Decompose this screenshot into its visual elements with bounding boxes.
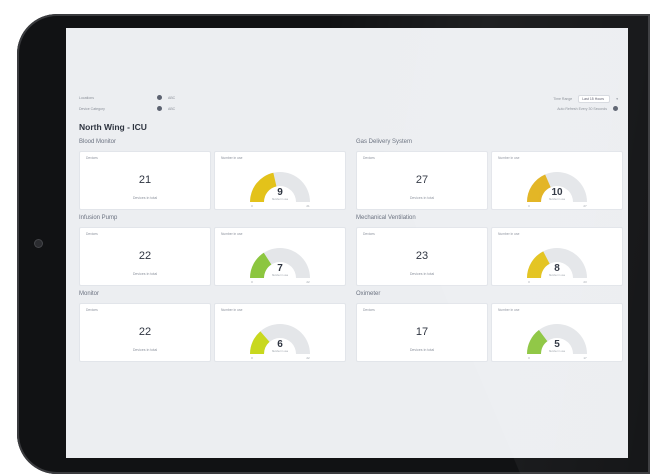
device-total: 27 <box>415 174 429 186</box>
device-count-card[interactable]: Devices 23 Devices in total <box>356 227 488 286</box>
device-category-toggle-icon[interactable] <box>157 106 162 111</box>
device-count-card[interactable]: Devices 27 Devices in total <box>356 151 488 210</box>
device-total-caption: Devices in total <box>409 196 435 200</box>
gauge-sub-label: Number in use <box>549 350 566 353</box>
card-label: Devices <box>363 232 375 236</box>
usage-gauge-card[interactable]: Number in use 9 Number in use 0 21 <box>214 151 346 210</box>
time-range-filter[interactable]: Time Range Last 15 Hours ▾ <box>553 95 618 103</box>
section-title: Oximeter <box>356 291 381 297</box>
device-category-filter-label: Device Category <box>79 106 105 111</box>
device-total-caption: Devices in total <box>132 348 158 352</box>
gauge-max: 23 <box>583 280 587 284</box>
device-total: 23 <box>415 250 429 262</box>
gauge-min: 0 <box>251 204 253 208</box>
device-total-caption: Devices in total <box>132 272 158 276</box>
auto-refresh-setting[interactable]: Auto Refresh Every 30 Seconds <box>557 106 618 111</box>
location-filter-value: ABC <box>168 95 176 100</box>
camera-icon <box>35 240 42 247</box>
gauge-value: 10 <box>551 187 563 198</box>
device-total-caption: Devices in total <box>409 348 435 352</box>
device-total-caption: Devices in total <box>132 196 158 200</box>
usage-gauge-card[interactable]: Number in use 8 Number in use 0 23 <box>491 227 623 286</box>
gauge-value: 7 <box>277 263 283 274</box>
section-title: Mechanical Ventilation <box>356 215 416 221</box>
gauge-chart: 7Number in use 0 22 <box>250 248 310 284</box>
gauge-chart: 6Number in use 0 22 <box>250 324 310 360</box>
card-label: Devices <box>86 156 98 160</box>
section-title: Gas Delivery System <box>356 139 413 145</box>
device-count-card[interactable]: Devices 17 Devices in total <box>356 303 488 362</box>
device-category-filter[interactable]: Device Category ABC <box>79 106 175 111</box>
device-count-card[interactable]: Devices 22 Devices in total <box>79 227 211 286</box>
device-total: 22 <box>138 250 152 262</box>
section-title: Monitor <box>79 291 100 297</box>
gauge-min: 0 <box>528 204 530 208</box>
gauge-max: 22 <box>306 280 310 284</box>
section-title: Infusion Pump <box>79 215 118 221</box>
gauge-chart: 5Number in use 0 17 <box>527 324 587 360</box>
device-category-filter-value: ABC <box>168 106 176 111</box>
gauge-max: 21 <box>306 204 310 208</box>
gauge-sub-label: Number in use <box>272 350 289 353</box>
gauge-sub-label: Number in use <box>272 198 289 201</box>
time-range-label: Time Range <box>553 97 573 101</box>
location-filter-label: Locations <box>79 95 94 100</box>
chevron-down-icon: ▾ <box>616 97 618 101</box>
device-total-caption: Devices in total <box>409 272 435 276</box>
gauge-chart: 8Number in use 0 23 <box>527 248 587 284</box>
usage-gauge-card[interactable]: Number in use 5 Number in use 0 17 <box>491 303 623 362</box>
page-title: North Wing - ICU <box>79 122 147 132</box>
gauge-chart: 9Number in use 0 21 <box>250 172 310 208</box>
gauge-value: 6 <box>277 339 283 350</box>
location-toggle-icon[interactable] <box>157 95 162 100</box>
dashboard-screen: Locations ABC Device Category ABC Time R… <box>66 28 628 458</box>
gauge-value: 5 <box>554 339 560 350</box>
section-title: Blood Monitor <box>79 139 117 145</box>
device-count-card[interactable]: Devices 21 Devices in total <box>79 151 211 210</box>
gauge-chart: 10Number in use 0 27 <box>527 172 587 208</box>
gauge-value: 8 <box>554 263 560 274</box>
gauge-max: 22 <box>306 356 310 360</box>
gauge-sub-label: Number in use <box>549 198 566 201</box>
gauge-sub-label: Number in use <box>272 274 289 277</box>
gauge-min: 0 <box>251 280 253 284</box>
gauge-sub-label: Number in use <box>549 274 566 277</box>
device-count-card[interactable]: Devices 22 Devices in total <box>79 303 211 362</box>
gauge-min: 0 <box>528 280 530 284</box>
device-total: 22 <box>138 326 152 338</box>
usage-gauge-card[interactable]: Number in use 6 Number in use 0 22 <box>214 303 346 362</box>
card-label: Devices <box>86 232 98 236</box>
device-total: 17 <box>415 326 429 338</box>
time-range-select[interactable]: Last 15 Hours <box>578 95 611 103</box>
gauge-max: 27 <box>583 204 587 208</box>
gauge-max: 17 <box>583 356 587 360</box>
gauge-min: 0 <box>251 356 253 360</box>
usage-gauge-card[interactable]: Number in use 7 Number in use 0 22 <box>214 227 346 286</box>
device-total: 21 <box>138 174 152 186</box>
card-label: Devices <box>363 308 375 312</box>
auto-refresh-toggle-icon[interactable] <box>613 106 618 111</box>
card-label: Devices <box>363 156 375 160</box>
gauge-value: 9 <box>277 187 283 198</box>
usage-gauge-card[interactable]: Number in use 10 Number in use 0 27 <box>491 151 623 210</box>
location-filter[interactable]: Locations ABC <box>79 95 175 100</box>
auto-refresh-label: Auto Refresh Every 30 Seconds <box>557 106 607 111</box>
card-label: Devices <box>86 308 98 312</box>
gauge-min: 0 <box>528 356 530 360</box>
